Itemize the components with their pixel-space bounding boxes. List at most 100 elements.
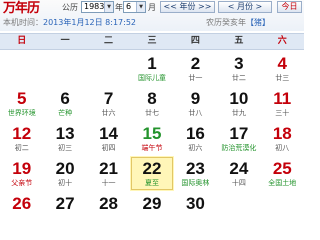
day-number: 4 — [277, 54, 287, 73]
day-number: 21 — [99, 159, 119, 178]
year-select-value: 1983 — [84, 2, 105, 11]
day-cell[interactable]: 12 初二 — [0, 121, 43, 156]
day-number: 7 — [103, 89, 114, 108]
lunar-date-label: 父亲节 — [11, 179, 33, 187]
lunar-date-label: 廿一 — [188, 74, 203, 82]
day-number: 28 — [99, 194, 119, 213]
day-number: 1 — [147, 54, 157, 73]
year-nav-button[interactable]: << 年份 >> — [160, 1, 215, 13]
day-number: 24 — [229, 159, 249, 178]
month-select-value: 6 — [126, 2, 132, 11]
day-cell[interactable]: 10 廿九 — [217, 86, 260, 121]
lunar-date-label: 初八 — [275, 144, 290, 152]
lunar-date-label: 廿八 — [188, 109, 203, 117]
lunar-date-label: 初六 — [188, 144, 203, 152]
lunar-date-label: 初二 — [14, 144, 29, 152]
month-select[interactable]: 6 ▼ — [123, 1, 146, 13]
lunar-date-label: 世界环境 — [7, 109, 36, 117]
day-cell[interactable]: 5 世界环境 — [0, 86, 43, 121]
year-unit-label: 年 — [115, 3, 123, 12]
local-clock: 本机时间：2013年1月12日 8:17:52 — [3, 18, 136, 28]
calendar-header: 万年历 公历 1983 ▼ 年 6 ▼ 月 << 年份 >> < 月份 > 今日… — [0, 0, 304, 31]
day-cell[interactable]: 22 夏至 — [130, 156, 174, 191]
day-number: 11 — [273, 89, 292, 108]
day-cell[interactable]: 15 端午节 — [130, 121, 173, 156]
day-number: 3 — [234, 54, 244, 73]
lunar-date-label: 端午节 — [141, 144, 163, 152]
weekday-sunday: 日 — [17, 36, 27, 46]
lunar-date-label: 十四 — [231, 179, 246, 187]
day-cell[interactable]: 23 国际奥林 — [174, 156, 217, 191]
day-number: 2 — [190, 54, 201, 73]
month-unit-label: 月 — [148, 3, 156, 12]
day-number: 16 — [185, 124, 205, 143]
day-cell[interactable]: 3 廿二 — [217, 51, 260, 86]
day-cell[interactable]: 4 廿三 — [261, 51, 304, 86]
day-number: 30 — [185, 194, 205, 213]
day-number: 15 — [142, 124, 162, 143]
lunar-date-label: 三十 — [275, 109, 290, 117]
lunar-date-label: 初四 — [101, 144, 116, 152]
empty-day-cell — [217, 191, 260, 215]
day-number — [217, 191, 260, 194]
day-number: 19 — [12, 159, 32, 178]
lunar-date-label: 廿七 — [144, 109, 159, 117]
zodiac-label: 【猪】 — [246, 18, 270, 27]
day-cell[interactable]: 19 父亲节 — [0, 156, 43, 191]
chevron-down-icon[interactable]: ▼ — [104, 2, 113, 12]
day-cell[interactable]: 2 廿一 — [174, 51, 217, 86]
day-number: 6 — [60, 89, 70, 108]
day-cell[interactable]: 11 三十 — [261, 86, 304, 121]
weekday-wednesday: 三 — [147, 36, 157, 46]
day-cell[interactable]: 7 廿六 — [87, 86, 130, 121]
day-cell[interactable]: 18 初八 — [261, 121, 304, 156]
day-cell[interactable]: 30 — [174, 191, 217, 215]
weekday-thursday: 四 — [190, 36, 200, 46]
empty-day-cell — [87, 51, 130, 86]
clock-value: 2013年1月12日 8:17:52 — [43, 18, 137, 27]
weekday-saturday: 六 — [277, 36, 287, 46]
lunar-date-label: 芒种 — [58, 109, 73, 117]
lunar-date-label: 十一 — [101, 179, 116, 187]
day-cell[interactable]: 16 初六 — [174, 121, 217, 156]
day-number: 14 — [99, 124, 119, 143]
day-cell[interactable]: 21 十一 — [87, 156, 130, 191]
lunar-date-label: 国际儿童 — [137, 74, 166, 82]
empty-day-cell — [261, 191, 304, 215]
lunar-date-label: 防治荒漠化 — [221, 144, 257, 152]
day-cell[interactable]: 26 — [0, 191, 43, 215]
lunar-year-info: 农历癸亥年【猪】 — [206, 18, 270, 28]
day-number: 26 — [12, 194, 32, 213]
day-cell[interactable]: 14 初四 — [87, 121, 130, 156]
day-number — [87, 51, 130, 54]
lunar-year-label: 农历癸亥年 — [206, 18, 246, 27]
day-cell[interactable]: 27 — [43, 191, 86, 215]
lunar-date-label: 全国土地 — [268, 179, 297, 187]
perpetual-calendar-widget: 万年历 公历 1983 ▼ 年 6 ▼ 月 << 年份 >> < 月份 > 今日… — [0, 0, 304, 215]
day-cell[interactable]: 6 芒种 — [43, 86, 86, 121]
day-cell[interactable]: 8 廿七 — [130, 86, 173, 121]
day-number: 22 — [142, 159, 162, 178]
day-cell[interactable]: 24 十四 — [217, 156, 260, 191]
day-cell[interactable]: 29 — [130, 191, 173, 215]
day-number: 29 — [142, 194, 162, 213]
day-number: 12 — [12, 124, 32, 143]
weekday-tuesday: 二 — [104, 36, 114, 46]
year-select[interactable]: 1983 ▼ — [81, 1, 114, 13]
today-button[interactable]: 今日 — [277, 1, 302, 13]
chevron-down-icon[interactable]: ▼ — [136, 2, 145, 12]
day-cell[interactable]: 1 国际儿童 — [130, 51, 173, 86]
day-number: 8 — [147, 89, 157, 108]
day-cell[interactable]: 13 初三 — [43, 121, 86, 156]
day-cell[interactable]: 9 廿八 — [174, 86, 217, 121]
weekday-friday: 五 — [234, 36, 244, 46]
month-nav-button[interactable]: < 月份 > — [218, 1, 272, 13]
day-number: 5 — [16, 89, 27, 108]
day-grid: 1 国际儿童 2 廿一 3 廿二 4 廿三 5 世界环境 6 芒种 7 廿六 8 廿七 9 廿八 10 廿九 11 三十 1… — [0, 51, 304, 215]
weekday-monday: 一 — [60, 36, 70, 46]
day-cell[interactable]: 25 全国土地 — [261, 156, 304, 191]
day-cell[interactable]: 17 防治荒漠化 — [217, 121, 260, 156]
day-cell[interactable]: 20 初十 — [43, 156, 86, 191]
day-cell[interactable]: 28 — [87, 191, 130, 215]
lunar-date-label: 夏至 — [144, 179, 159, 187]
